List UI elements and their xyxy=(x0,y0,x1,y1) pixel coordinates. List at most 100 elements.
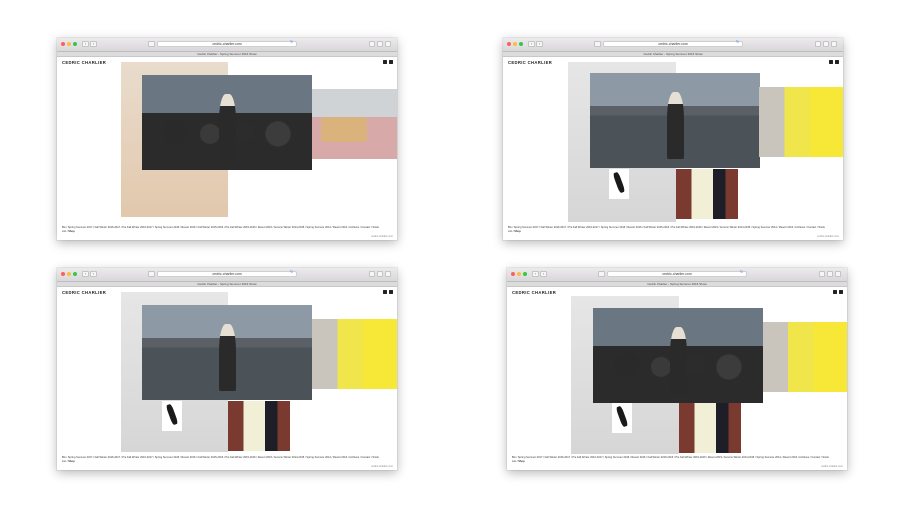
photo-yellow-look[interactable] xyxy=(763,322,847,392)
share-button[interactable] xyxy=(819,271,825,277)
share-button[interactable] xyxy=(815,41,821,47)
minimize-window-button[interactable] xyxy=(67,272,71,276)
site-nav-links[interactable]: Bio / Spring Summer 2017 / Fall Winter 2… xyxy=(62,456,380,463)
forward-button[interactable]: › xyxy=(536,41,543,47)
address-bar[interactable]: cedric-charlier.com xyxy=(157,41,297,47)
nav-links-text[interactable]: Bio / Spring Summer 2017 / Fall Winter 2… xyxy=(62,456,379,462)
close-window-button[interactable] xyxy=(61,272,65,276)
photo-dress[interactable] xyxy=(676,169,738,219)
reload-icon[interactable]: ↻ xyxy=(740,269,743,274)
browser-toolbar: ‹ › cedric-charlier.com ↻ xyxy=(503,38,843,52)
site-credit: cedric-charlier.com xyxy=(371,465,393,468)
zoom-window-button[interactable] xyxy=(519,42,523,46)
close-window-button[interactable] xyxy=(511,272,515,276)
tabs-button[interactable] xyxy=(377,271,383,277)
site-logo[interactable]: CEDRIC CHARLIER xyxy=(62,290,106,295)
instagram-icon[interactable] xyxy=(829,60,833,64)
photo-runway[interactable] xyxy=(142,75,312,170)
share-button[interactable] xyxy=(369,271,375,277)
photo-shoe[interactable] xyxy=(612,403,632,433)
browser-toolbar: ‹ › cedric-charlier.com ↻ xyxy=(57,268,397,282)
minimize-window-button[interactable] xyxy=(513,42,517,46)
facebook-icon[interactable] xyxy=(839,290,843,294)
photo-dress[interactable] xyxy=(679,403,741,453)
photo-runway-crowd[interactable] xyxy=(593,308,763,403)
reload-icon[interactable]: ↻ xyxy=(290,39,293,44)
photo-rooftop-runway[interactable] xyxy=(142,305,312,400)
browser-window-2: ‹ › cedric-charlier.com ↻ Cedric Charlie… xyxy=(503,38,843,240)
sidebar-button[interactable] xyxy=(598,271,605,277)
new-tab-button[interactable] xyxy=(385,271,391,277)
close-window-button[interactable] xyxy=(507,42,511,46)
site-logo[interactable]: CEDRIC CHARLIER xyxy=(508,60,552,65)
sidebar-button[interactable] xyxy=(148,41,155,47)
share-button[interactable] xyxy=(369,41,375,47)
sidebar-button[interactable] xyxy=(148,271,155,277)
minimize-window-button[interactable] xyxy=(517,272,521,276)
photo-shoe[interactable] xyxy=(162,401,182,431)
browser-window-4: ‹ › cedric-charlier.com ↻ Cedric Charlie… xyxy=(507,268,847,470)
site-credit: cedric-charlier.com xyxy=(821,465,843,468)
nav-links-text[interactable]: Bio / Spring Summer 2017 / Fall Winter 2… xyxy=(62,226,379,232)
photo-yellow-look[interactable] xyxy=(312,319,397,389)
facebook-icon[interactable] xyxy=(389,60,393,64)
web-page: CEDRIC CHARLIER Bio / Spring Summer 2017… xyxy=(57,57,397,240)
minimize-window-button[interactable] xyxy=(67,42,71,46)
back-button[interactable]: ‹ xyxy=(528,41,535,47)
photo-bag[interactable] xyxy=(312,89,397,159)
nav-shop-link[interactable]: Shop xyxy=(518,460,524,463)
nav-links-text[interactable]: Bio / Spring Summer 2017 / Fall Winter 2… xyxy=(512,456,829,462)
forward-button[interactable]: › xyxy=(540,271,547,277)
site-nav-links[interactable]: Bio / Spring Summer 2017 / Fall Winter 2… xyxy=(508,226,826,233)
facebook-icon[interactable] xyxy=(389,290,393,294)
shoe-detail xyxy=(615,405,629,428)
site-logo[interactable]: CEDRIC CHARLIER xyxy=(512,290,556,295)
nav-shop-link[interactable]: Shop xyxy=(68,230,74,233)
photo-rooftop-runway[interactable] xyxy=(590,73,760,168)
reload-icon[interactable]: ↻ xyxy=(290,269,293,274)
site-credit: cedric-charlier.com xyxy=(817,235,839,238)
model-figure xyxy=(218,324,236,391)
facebook-icon[interactable] xyxy=(835,60,839,64)
nav-links-text[interactable]: Bio / Spring Summer 2017 / Fall Winter 2… xyxy=(508,226,825,232)
reload-icon[interactable]: ↻ xyxy=(736,39,739,44)
new-tab-button[interactable] xyxy=(835,271,841,277)
instagram-icon[interactable] xyxy=(383,60,387,64)
new-tab-button[interactable] xyxy=(831,41,837,47)
address-bar[interactable]: cedric-charlier.com xyxy=(157,271,297,277)
photo-yellow-look[interactable] xyxy=(759,87,843,157)
site-nav-links[interactable]: Bio / Spring Summer 2017 / Fall Winter 2… xyxy=(62,226,380,233)
zoom-window-button[interactable] xyxy=(73,272,77,276)
instagram-icon[interactable] xyxy=(833,290,837,294)
zoom-window-button[interactable] xyxy=(73,42,77,46)
web-page: CEDRIC CHARLIER Bio / Spring Summer 2017… xyxy=(57,287,397,470)
model-figure xyxy=(666,92,684,159)
browser-toolbar: ‹ › cedric-charlier.com ↻ xyxy=(507,268,847,282)
address-bar[interactable]: cedric-charlier.com xyxy=(607,271,747,277)
web-page: CEDRIC CHARLIER Bio / Spring Summer 2017… xyxy=(503,57,843,240)
forward-button[interactable]: › xyxy=(90,41,97,47)
model-figure xyxy=(669,327,687,394)
back-button[interactable]: ‹ xyxy=(532,271,539,277)
back-button[interactable]: ‹ xyxy=(82,41,89,47)
nav-shop-link[interactable]: Shop xyxy=(68,460,74,463)
new-tab-button[interactable] xyxy=(385,41,391,47)
browser-toolbar: ‹ › cedric-charlier.com ↻ xyxy=(57,38,397,52)
tabs-button[interactable] xyxy=(377,41,383,47)
close-window-button[interactable] xyxy=(61,42,65,46)
address-bar[interactable]: cedric-charlier.com xyxy=(603,41,743,47)
site-logo[interactable]: CEDRIC CHARLIER xyxy=(62,60,106,65)
forward-button[interactable]: › xyxy=(90,271,97,277)
site-nav-links[interactable]: Bio / Spring Summer 2017 / Fall Winter 2… xyxy=(512,456,830,463)
instagram-icon[interactable] xyxy=(383,290,387,294)
tabs-button[interactable] xyxy=(827,271,833,277)
photo-dress[interactable] xyxy=(228,401,290,451)
photo-shoe[interactable] xyxy=(609,169,629,199)
zoom-window-button[interactable] xyxy=(523,272,527,276)
tabs-button[interactable] xyxy=(823,41,829,47)
shoe-detail xyxy=(612,171,626,194)
sidebar-button[interactable] xyxy=(594,41,601,47)
nav-shop-link[interactable]: Shop xyxy=(514,230,520,233)
back-button[interactable]: ‹ xyxy=(82,271,89,277)
model-figure xyxy=(218,94,236,161)
